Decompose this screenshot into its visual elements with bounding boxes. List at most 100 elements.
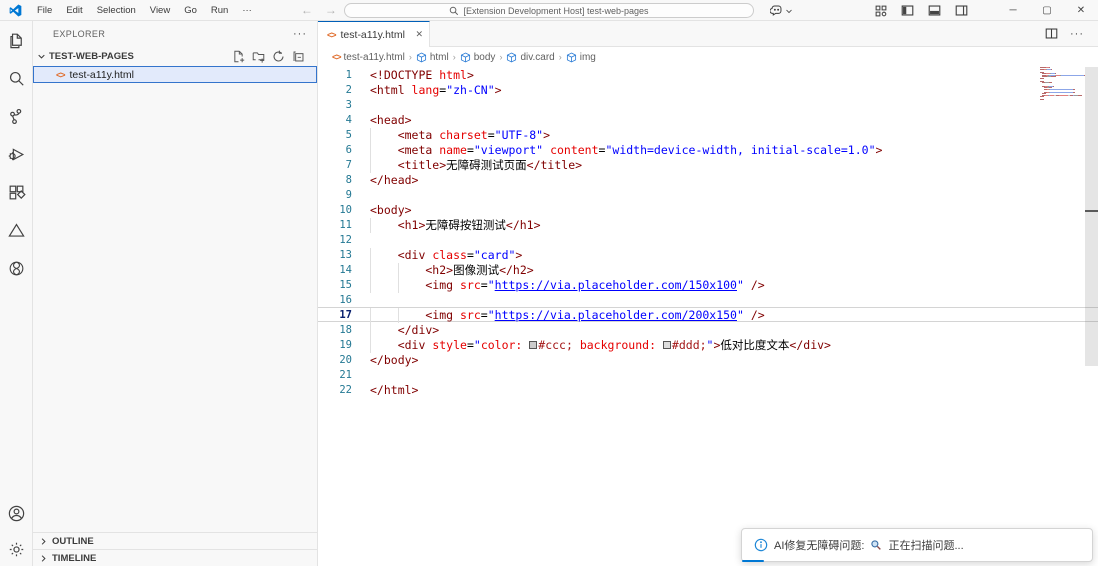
vscode-logo-icon	[0, 4, 30, 17]
line-number: 12	[318, 233, 352, 248]
search-icon[interactable]	[0, 59, 33, 97]
code-line[interactable]: 5<meta charset="UTF-8">	[318, 127, 1098, 142]
tab-bar: <> test-a11y.html ✕ ···	[318, 21, 1098, 47]
breadcrumb-item-html[interactable]: html	[416, 52, 449, 63]
activity-bar	[0, 21, 33, 566]
code-line[interactable]: 6<meta name="viewport" content="width=de…	[318, 142, 1098, 157]
code-line[interactable]: 17<img src="https://via.placeholder.com/…	[318, 307, 1098, 322]
search-icon	[449, 6, 459, 16]
line-number: 11	[318, 218, 352, 233]
code-line[interactable]: 10<body>	[318, 202, 1098, 217]
code-line[interactable]: 14<h2>图像测试</h2>	[318, 262, 1098, 277]
settings-gear-icon[interactable]	[0, 532, 33, 566]
code-line[interactable]: 13<div class="card">	[318, 247, 1098, 262]
outline-section-header[interactable]: OUTLINE	[33, 532, 317, 549]
line-number: 18	[318, 323, 352, 338]
symbol-cube-icon	[460, 52, 471, 63]
menu-run[interactable]: Run	[204, 2, 235, 19]
overview-ruler-cursor-mark	[1085, 210, 1098, 212]
menu-[interactable]: ···	[235, 2, 259, 19]
new-folder-icon[interactable]	[252, 50, 265, 63]
code-line[interactable]: 1<!DOCTYPE html>	[318, 67, 1098, 82]
line-number: 20	[318, 353, 352, 368]
symbol-cube-icon	[416, 52, 427, 63]
tab-test-a11y[interactable]: <> test-a11y.html ✕	[318, 21, 430, 47]
code-line[interactable]: 12	[318, 232, 1098, 247]
editor-group: <> test-a11y.html ✕ ··· <>test-a11y.html…	[318, 21, 1098, 566]
line-number: 13	[318, 248, 352, 263]
command-center-label: [Extension Development Host] test-web-pa…	[463, 6, 648, 16]
code-line[interactable]: 11<h1>无障碍按钮测试</h1>	[318, 217, 1098, 232]
history-forward-icon[interactable]: →	[325, 3, 337, 17]
explorer-icon[interactable]	[0, 21, 33, 59]
code-line[interactable]: 9	[318, 187, 1098, 202]
editor-more-actions[interactable]: ···	[1070, 28, 1084, 40]
copilot-menu[interactable]	[770, 0, 793, 21]
breadcrumb-item-div-card[interactable]: div.card	[506, 52, 554, 63]
extensions-icon[interactable]	[0, 173, 33, 211]
window-close-button[interactable]: ✕	[1064, 0, 1098, 21]
code-line[interactable]: 4<head>	[318, 112, 1098, 127]
breadcrumb-separator: ›	[498, 52, 503, 62]
file-item-test-a11y[interactable]: <> test-a11y.html	[33, 66, 317, 83]
html-file-icon: <>	[327, 30, 336, 40]
color-swatch[interactable]	[663, 341, 671, 349]
toggle-panel-icon[interactable]	[928, 4, 941, 17]
notification-toast[interactable]: AI修复无障碍问题: 正在扫描问题...	[741, 528, 1093, 562]
code-line[interactable]: 20</body>	[318, 352, 1098, 367]
tab-close-icon[interactable]: ✕	[415, 29, 423, 40]
code-line[interactable]: 2<html lang="zh-CN">	[318, 82, 1098, 97]
refresh-icon[interactable]	[272, 50, 285, 63]
extension-stack-icon[interactable]	[0, 249, 33, 287]
menu-go[interactable]: Go	[177, 2, 204, 19]
code-line[interactable]: 22</html>	[318, 382, 1098, 397]
menu-edit[interactable]: Edit	[59, 2, 89, 19]
symbol-cube-icon	[566, 52, 577, 63]
customize-layout-icon[interactable]	[875, 5, 887, 17]
chevron-down-icon	[785, 7, 793, 15]
outline-label: OUTLINE	[52, 536, 94, 547]
chevron-right-icon	[39, 554, 48, 563]
breadcrumb-item-test-a11y-html[interactable]: <>test-a11y.html	[332, 52, 405, 63]
minimap[interactable]	[1040, 67, 1085, 565]
breadcrumb-item-img[interactable]: img	[566, 52, 596, 63]
code-line[interactable]: 19<div style="color: #ccc; background: #…	[318, 337, 1098, 352]
toggle-sidebar-icon[interactable]	[901, 4, 914, 17]
code-line[interactable]: 3	[318, 97, 1098, 112]
code-line[interactable]: 16	[318, 292, 1098, 307]
code-line[interactable]: 18</div>	[318, 322, 1098, 337]
code-line[interactable]: 15<img src="https://via.placeholder.com/…	[318, 277, 1098, 292]
new-file-icon[interactable]	[232, 50, 245, 63]
breadcrumb-separator: ›	[558, 52, 563, 62]
code-editor[interactable]: 1<!DOCTYPE html>2<html lang="zh-CN">34<h…	[318, 67, 1098, 565]
accounts-icon[interactable]	[0, 494, 33, 532]
command-center-search[interactable]: [Extension Development Host] test-web-pa…	[344, 3, 754, 18]
color-swatch[interactable]	[529, 341, 537, 349]
menu-file[interactable]: File	[30, 2, 59, 19]
menu-selection[interactable]: Selection	[90, 2, 143, 19]
code-line[interactable]: 21	[318, 367, 1098, 382]
source-control-icon[interactable]	[0, 97, 33, 135]
breadcrumb-item-body[interactable]: body	[460, 52, 496, 63]
explorer-more-actions[interactable]: ···	[293, 28, 307, 40]
collapse-all-icon[interactable]	[292, 50, 305, 63]
code-line[interactable]: 7<title>无障碍测试页面</title>	[318, 157, 1098, 172]
menu-view[interactable]: View	[143, 2, 177, 19]
timeline-section-header[interactable]: TIMELINE	[33, 549, 317, 566]
extension-triangle-icon[interactable]	[0, 211, 33, 249]
run-and-debug-icon[interactable]	[0, 135, 33, 173]
split-editor-icon[interactable]	[1045, 27, 1058, 40]
line-number: 6	[318, 143, 352, 158]
window-maximize-button[interactable]: ▢	[1030, 0, 1064, 21]
workspace-folder-header[interactable]: TEST-WEB-PAGES	[33, 47, 317, 65]
chevron-right-icon	[39, 537, 48, 546]
code-line[interactable]: 8</head>	[318, 172, 1098, 187]
indent-guide	[370, 263, 398, 278]
toggle-secondary-sidebar-icon[interactable]	[955, 4, 968, 17]
indent-guide	[370, 218, 398, 233]
workspace-name: TEST-WEB-PAGES	[49, 51, 134, 62]
scrollbar-slider[interactable]	[1085, 67, 1098, 366]
history-back-icon[interactable]: ←	[301, 3, 313, 17]
window-minimize-button[interactable]: ─	[996, 0, 1030, 21]
indent-guide	[370, 278, 398, 293]
